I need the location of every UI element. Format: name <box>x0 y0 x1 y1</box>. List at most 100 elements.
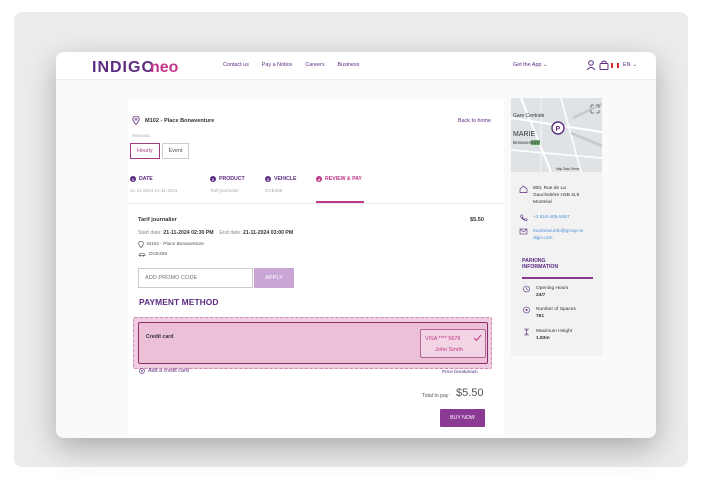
mail-icon <box>519 228 528 235</box>
end-date-value: 21-11-2024 03:00 PM <box>243 230 294 236</box>
step-date-value: 21-11-2024 21-11-2024 <box>130 188 178 193</box>
email-line: digo.com <box>533 236 553 241</box>
opening-hours-value: 24/7 <box>536 293 546 298</box>
add-credit-card-label: Add a credit card <box>148 368 189 374</box>
step-number: 4 <box>316 176 322 182</box>
step-number: 3 <box>265 176 271 182</box>
location-title: M102 - Place Bonaventure <box>132 116 214 125</box>
spaces-value: 761 <box>536 314 545 319</box>
step-label: REVIEW & PAY <box>325 176 362 182</box>
height-icon <box>524 328 529 336</box>
price-breakdown-link[interactable]: Price breakdown <box>442 370 478 375</box>
cart-icon[interactable] <box>598 59 610 71</box>
home-icon <box>519 185 528 193</box>
total-value: $5.50 <box>456 387 484 399</box>
promo-code-input[interactable] <box>138 268 253 288</box>
summary-location: M102 - Place Bonaventure <box>138 241 204 248</box>
maximum-height: Maximum Height 1.83m <box>522 328 572 342</box>
buy-now-button[interactable]: BUY NOW <box>440 409 485 427</box>
info-title-line: INFORMATION <box>522 264 559 270</box>
location-name: M102 - Place Bonaventure <box>145 117 215 124</box>
info-title-underline <box>522 277 593 279</box>
opening-hours: Opening Hours 24/7 <box>522 285 568 299</box>
indigo-neo-logo[interactable]: INDIGO neo <box>92 57 182 75</box>
checkmark-icon <box>473 334 482 342</box>
number-of-spaces: Number of Spaces 761 <box>522 306 576 320</box>
svg-text:neo: neo <box>150 59 179 75</box>
get-app-label: Get the App <box>513 62 542 68</box>
summary-plate: DCE456 <box>149 252 168 257</box>
step-number: 1 <box>130 176 136 182</box>
tab-event[interactable]: Event <box>161 143 190 159</box>
total-label: Total to pay <box>422 393 449 399</box>
parking-type-tabs: Hourly Event <box>130 143 190 159</box>
phone-number[interactable]: +1 514-405-5457 <box>533 214 570 221</box>
step-number: 2 <box>210 176 216 182</box>
nav-business[interactable]: Business <box>338 62 360 68</box>
payment-method-title: PAYMENT METHOD <box>139 297 219 307</box>
add-credit-card-link[interactable]: Add a credit card <box>139 368 189 374</box>
svg-text:INDIGO: INDIGO <box>92 59 155 75</box>
language-selector[interactable]: EN ⌄ <box>611 62 637 68</box>
tab-hourly[interactable]: Hourly <box>130 143 160 159</box>
step-label: PRODUCT <box>219 176 245 182</box>
canada-flag-icon <box>611 62 619 68</box>
parking-type-label: PARKING <box>132 134 151 138</box>
credit-card-option[interactable]: Credit card VISA **** 5678 John Smith <box>133 317 492 369</box>
card-holder: John Smith <box>435 347 463 353</box>
opening-hours-label: Opening Hours <box>536 286 569 291</box>
nav-careers[interactable]: Careers <box>305 62 324 68</box>
step-date[interactable]: 1 DATE <box>130 176 153 182</box>
phone-icon <box>520 214 528 221</box>
back-to-home-link[interactable]: Back to home <box>458 118 491 124</box>
step-product-value: Tarif journalier <box>210 188 239 193</box>
apply-promo-button[interactable]: APPLY <box>254 268 294 288</box>
address-line: Montréal <box>533 200 552 205</box>
summary-vehicle: DCE456 <box>138 252 167 257</box>
map-pin-icon <box>138 241 144 248</box>
nav-contact-us[interactable]: Contact us <box>223 62 249 68</box>
end-date-label: End date: <box>219 230 242 236</box>
map-label-gare: Gare Centrale <box>513 113 545 119</box>
credit-card-label: Credit card <box>146 334 174 340</box>
chevron-down-icon: ⌄ <box>542 62 548 68</box>
get-app-dropdown[interactable]: Get the App ⌄ <box>513 62 548 68</box>
saved-card[interactable]: VISA **** 5678 John Smith <box>420 329 486 358</box>
map-label-district: MARIE <box>513 131 536 138</box>
step-review-pay[interactable]: 4 REVIEW & PAY <box>316 176 362 182</box>
site-header: INDIGO neo Contact us Pay a Notice Caree… <box>56 52 656 80</box>
main-nav: Contact us Pay a Notice Careers Business <box>223 62 359 68</box>
booking-steps: 1 DATE 21-11-2024 21-11-2024 2 PRODUCT Tar… <box>130 176 502 206</box>
chevron-down-icon: ⌄ <box>632 62 638 68</box>
user-icon[interactable] <box>585 59 597 71</box>
step-label: VEHICLE <box>274 176 297 182</box>
plus-circle-icon <box>139 368 145 374</box>
map-pin-icon <box>523 306 530 314</box>
product-price: $5.50 <box>470 217 484 223</box>
step-product[interactable]: 2 PRODUCT <box>210 176 245 182</box>
booking-dates: Start date: 21-11-2024 02:30 PM End date… <box>138 230 293 236</box>
step-label: DATE <box>139 176 153 182</box>
email-line: montreal.info@group-in <box>533 229 584 234</box>
clock-icon <box>523 285 530 293</box>
nav-pay-a-notice[interactable]: Pay a Notice <box>262 62 293 68</box>
summary-location-text: M102 - Place Bonaventure <box>147 242 204 247</box>
parking-phone[interactable]: +1 514-405-5457 <box>519 214 570 221</box>
map-pin-icon <box>132 116 140 125</box>
step-vehicle-value: DCE456 <box>265 188 283 193</box>
car-icon <box>138 253 146 257</box>
language-label: EN <box>623 62 631 68</box>
step-vehicle[interactable]: 3 VEHICLE <box>265 176 296 182</box>
parking-address: 800, Rue de La Gauchetière H3B 4L9 Montréa… <box>519 185 579 206</box>
spaces-label: Number of Spaces <box>536 307 576 312</box>
map-footer: Map Data Terms <box>556 167 580 171</box>
address-line: Gauchetière H3B 4L9 <box>533 193 580 198</box>
parking-email[interactable]: montreal.info@group-in digo.com <box>519 228 583 242</box>
location-map[interactable]: P Gare Centrale MARIE Bonaventure Map Da… <box>511 98 602 172</box>
card-number: VISA **** 5678 <box>425 336 461 342</box>
address-line: 800, Rue de La <box>533 186 566 191</box>
credit-card-panel: Credit card VISA **** 5678 John Smith <box>138 322 488 364</box>
map-label-bonaventure: Bonaventure <box>513 140 539 145</box>
steps-divider <box>128 203 504 204</box>
height-label: Maximum Height <box>536 329 572 334</box>
